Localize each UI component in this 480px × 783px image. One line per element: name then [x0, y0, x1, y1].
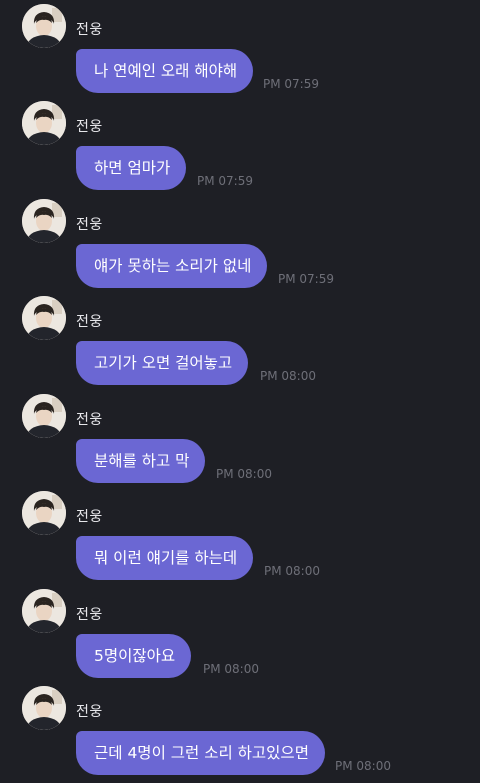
- message-item: 전웅 고기가 오면 걸어놓고 PM 08:00: [0, 295, 480, 393]
- message-item: 전웅 나 연예인 오래 해야해 PM 07:59: [0, 3, 480, 101]
- message-bubble[interactable]: 분해를 하고 막: [76, 439, 206, 483]
- message-time: PM 08:00: [203, 662, 259, 676]
- message-bubble[interactable]: 나 연예인 오래 해야해: [76, 49, 254, 93]
- message-time: PM 08:00: [264, 564, 320, 578]
- sender-name: 전웅: [76, 607, 103, 623]
- message-time: PM 07:59: [263, 77, 319, 91]
- message-item: 전웅 분해를 하고 막 PM 08:00: [0, 393, 480, 491]
- message-bubble[interactable]: 근데 4명이 그런 소리 하고있으면: [76, 731, 325, 775]
- message-item: 전웅 5명이잖아요 PM 08:00: [0, 588, 480, 686]
- message-item: 전웅 하면 엄마가 PM 07:59: [0, 100, 480, 198]
- sender-name: 전웅: [76, 412, 103, 428]
- sender-name: 전웅: [76, 704, 103, 720]
- profile-photo-icon[interactable]: [22, 686, 66, 730]
- sender-name: 전웅: [76, 314, 103, 330]
- chat-message-list[interactable]: 전웅 나 연예인 오래 해야해 PM 07:59 전웅 하면 엄마가 PM 07…: [0, 0, 480, 779]
- message-bubble[interactable]: 하면 엄마가: [76, 146, 187, 190]
- profile-photo-icon[interactable]: [22, 199, 66, 243]
- profile-photo-icon[interactable]: [22, 296, 66, 340]
- message-time: PM 07:59: [197, 174, 253, 188]
- sender-name: 전웅: [76, 22, 103, 38]
- message-time: PM 08:00: [335, 759, 391, 773]
- profile-photo-icon[interactable]: [22, 4, 66, 48]
- sender-name: 전웅: [76, 509, 103, 525]
- message-item: 전웅 근데 4명이 그런 소리 하고있으면 PM 08:00: [0, 685, 480, 783]
- sender-name: 전웅: [76, 119, 103, 135]
- profile-photo-icon[interactable]: [22, 491, 66, 535]
- profile-photo-icon[interactable]: [22, 589, 66, 633]
- message-item: 전웅 얘가 못하는 소리가 없네 PM 07:59: [0, 198, 480, 296]
- message-bubble[interactable]: 고기가 오면 걸어놓고: [76, 341, 249, 385]
- sender-name: 전웅: [76, 217, 103, 233]
- message-time: PM 08:00: [216, 467, 272, 481]
- message-bubble[interactable]: 얘가 못하는 소리가 없네: [76, 244, 268, 288]
- message-time: PM 08:00: [260, 369, 316, 383]
- message-time: PM 07:59: [278, 272, 334, 286]
- message-item: 전웅 뭐 이런 얘기를 하는데 PM 08:00: [0, 490, 480, 588]
- profile-photo-icon[interactable]: [22, 394, 66, 438]
- profile-photo-icon[interactable]: [22, 101, 66, 145]
- message-bubble[interactable]: 뭐 이런 얘기를 하는데: [76, 536, 254, 580]
- message-bubble[interactable]: 5명이잖아요: [76, 634, 192, 678]
